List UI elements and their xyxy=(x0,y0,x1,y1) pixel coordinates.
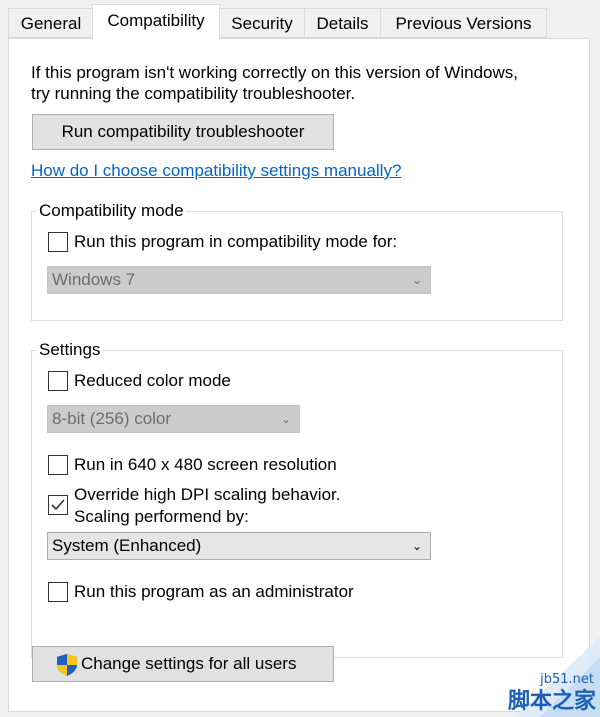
run-troubleshooter-button[interactable]: Run compatibility troubleshooter xyxy=(32,114,334,150)
manual-settings-link[interactable]: How do I choose compatibility settings m… xyxy=(31,161,401,181)
compat-os-select[interactable]: Windows 7 ⌄ xyxy=(47,266,431,294)
dpi-scaling-value: System (Enhanced) xyxy=(52,536,202,555)
tab-compatibility[interactable]: Compatibility xyxy=(92,4,220,40)
compat-mode-title: Compatibility mode xyxy=(37,201,186,221)
dpi-scaling-select[interactable]: System (Enhanced) ⌄ xyxy=(47,532,431,560)
compatibility-panel: If this program isn't working correctly … xyxy=(8,38,590,712)
dpi-override-label-2: Scaling performend by: xyxy=(74,507,249,526)
watermark-text: 脚本之家 xyxy=(507,689,596,714)
change-all-users-label: Change settings for all users xyxy=(81,654,297,673)
reduced-color-checkbox[interactable] xyxy=(48,371,68,391)
tab-details[interactable]: Details xyxy=(304,8,381,38)
dpi-override-label-1: Override high DPI scaling behavior. xyxy=(74,485,341,504)
tab-general[interactable]: General xyxy=(8,8,94,38)
checkmark-icon xyxy=(51,499,65,511)
color-depth-value: 8-bit (256) color xyxy=(52,409,172,428)
compat-mode-label: Run this program in compatibility mode f… xyxy=(74,232,398,251)
reduced-color-label: Reduced color mode xyxy=(74,371,231,390)
res640-label: Run in 640 x 480 screen resolution xyxy=(74,455,337,474)
site-watermark: jb51.net 脚本之家 xyxy=(495,637,600,717)
res640-checkbox[interactable] xyxy=(48,455,68,475)
tab-security[interactable]: Security xyxy=(219,8,305,38)
compat-mode-checkbox[interactable] xyxy=(48,232,68,252)
chevron-down-icon: ⌄ xyxy=(280,412,291,426)
tab-previous-versions[interactable]: Previous Versions xyxy=(380,8,547,38)
intro-text: If this program isn't working correctly … xyxy=(31,62,518,104)
change-all-users-button[interactable]: Change settings for all users xyxy=(32,646,334,682)
dpi-override-checkbox[interactable] xyxy=(48,495,68,515)
admin-checkbox[interactable] xyxy=(48,582,68,602)
chevron-down-icon: ⌄ xyxy=(411,539,422,553)
compat-os-value: Windows 7 xyxy=(52,270,136,289)
uac-shield-icon xyxy=(57,654,77,676)
admin-label: Run this program as an administrator xyxy=(74,582,354,601)
intro-line-2: try running the compatibility troublesho… xyxy=(31,84,356,103)
color-depth-select[interactable]: 8-bit (256) color ⌄ xyxy=(47,405,300,433)
chevron-down-icon: ⌄ xyxy=(411,273,422,287)
settings-title: Settings xyxy=(37,340,103,360)
intro-line-1: If this program isn't working correctly … xyxy=(31,63,518,82)
